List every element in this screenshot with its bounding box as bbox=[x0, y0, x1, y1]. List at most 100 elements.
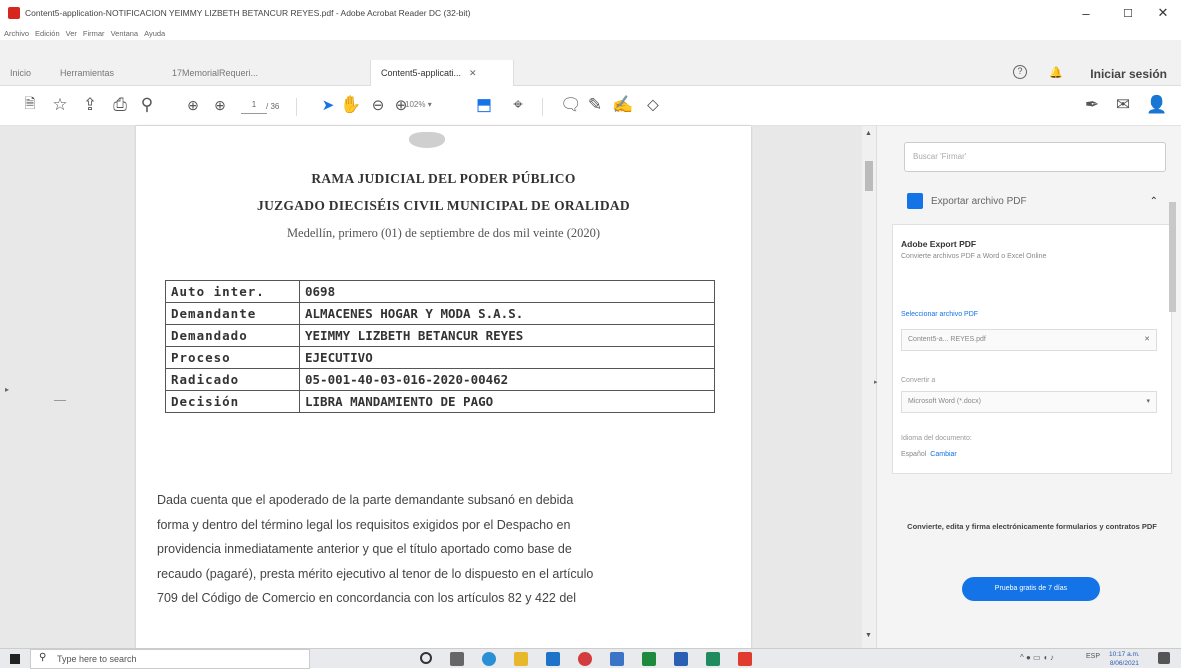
language-row: Español Cambiar bbox=[901, 451, 957, 458]
search-icon: ⚲ bbox=[39, 652, 47, 663]
title-bar: Content5-application-NOTIFICACION YEIMMY… bbox=[0, 0, 1181, 26]
table-value: 05-001-40-03-016-2020-00462 bbox=[299, 368, 715, 391]
paragraph-line: 709 del Código de Comercio en concordanc… bbox=[157, 591, 577, 605]
select-file-link[interactable]: Seleccionar archivo PDF bbox=[901, 311, 978, 318]
file-explorer-icon[interactable] bbox=[514, 652, 528, 666]
login-button[interactable]: Iniciar sesión bbox=[1090, 67, 1167, 81]
paragraph-line: recaudo (pagaré), presta mérito ejecutiv… bbox=[157, 566, 594, 581]
upload-icon[interactable]: ⇪ bbox=[80, 94, 100, 116]
email-icon[interactable]: ✉ bbox=[1113, 94, 1133, 116]
zoom-value: 102% bbox=[405, 100, 426, 109]
edge-icon[interactable] bbox=[482, 652, 496, 666]
fill-sign-icon[interactable]: ⬦ bbox=[643, 94, 663, 116]
close-tab-icon[interactable]: ✕ bbox=[469, 68, 477, 79]
tab-memorial[interactable]: 17MemorialRequeri... bbox=[162, 60, 294, 86]
app-icon[interactable] bbox=[610, 652, 624, 666]
panel-scroll-thumb[interactable] bbox=[1169, 202, 1176, 312]
tab-content5[interactable]: Content5-applicati... ✕ bbox=[370, 60, 514, 86]
app-icon[interactable] bbox=[706, 652, 720, 666]
panel-scrollbar[interactable] bbox=[1166, 186, 1178, 496]
export-pdf-card: Adobe Export PDF Convierte archivos PDF … bbox=[892, 224, 1172, 474]
help-icon[interactable]: ? bbox=[1013, 65, 1027, 79]
tab-label: Content5-applicati... bbox=[381, 68, 462, 78]
page-number-input[interactable]: 1 bbox=[241, 100, 267, 114]
table-key: Demandado bbox=[165, 324, 300, 347]
taskbar-search-input[interactable]: ⚲ Type here to search bbox=[30, 649, 310, 669]
browser-icon[interactable] bbox=[578, 652, 592, 666]
table-key: Proceso bbox=[165, 346, 300, 369]
notifications-icon[interactable] bbox=[1158, 652, 1170, 664]
tab-herramientas[interactable]: Herramientas bbox=[50, 60, 150, 86]
card-title: Adobe Export PDF bbox=[901, 239, 977, 249]
comment-icon[interactable]: 🗨 bbox=[560, 94, 582, 116]
select-cursor-icon[interactable]: ➤ bbox=[318, 94, 338, 116]
print-icon[interactable]: ⎙ bbox=[110, 94, 130, 116]
menu-firmar[interactable]: Firmar bbox=[83, 29, 105, 38]
convert-label: Convertir a bbox=[901, 377, 936, 384]
next-page-icon[interactable]: ⊕ bbox=[210, 94, 230, 116]
share-user-icon[interactable]: 👤 bbox=[1146, 94, 1167, 116]
minimize-button[interactable]: – bbox=[1063, 0, 1109, 26]
separator bbox=[542, 98, 543, 116]
windows-start-icon[interactable] bbox=[10, 654, 20, 664]
window-title: Content5-application-NOTIFICACION YEIMMY… bbox=[25, 8, 471, 18]
word-icon[interactable] bbox=[674, 652, 688, 666]
body-paragraph: Dada cuenta que el apoderado de la parte… bbox=[157, 488, 727, 611]
remove-file-icon[interactable]: ✕ bbox=[1144, 335, 1150, 343]
highlight-pen-icon[interactable]: ✎ bbox=[585, 94, 605, 116]
menu-ayuda[interactable]: Ayuda bbox=[144, 29, 165, 38]
system-clock[interactable]: 10:17 a.m. 8/06/2021 bbox=[1109, 650, 1140, 668]
task-view-icon[interactable] bbox=[450, 652, 464, 666]
selected-file-field[interactable]: Content5-a... REYES.pdf ✕ bbox=[901, 329, 1157, 351]
document-scrollbar[interactable]: ▲ ▼ bbox=[862, 126, 876, 648]
search-tools-input[interactable]: Buscar 'Firmar' bbox=[904, 142, 1166, 172]
clock-date: 8/06/2021 bbox=[1109, 660, 1139, 667]
tab-bar: Inicio Herramientas 17MemorialRequeri...… bbox=[0, 40, 1181, 86]
table-row: Demandante ALMACENES HOGAR Y MODA S.A.S. bbox=[165, 302, 715, 325]
prev-page-icon[interactable]: ⊕ bbox=[183, 94, 203, 116]
menu-edicion[interactable]: Edición bbox=[35, 29, 60, 38]
system-tray-icons[interactable]: ^ ● ▭ ◖ ♪ bbox=[1020, 653, 1054, 662]
case-info-table: Auto inter. 0698 Demandante ALMACENES HOGA… bbox=[165, 280, 715, 413]
chevron-up-icon[interactable]: ⌃ bbox=[1150, 196, 1158, 207]
language-indicator[interactable]: ESP bbox=[1086, 653, 1100, 660]
fit-page-icon[interactable]: ⬒ bbox=[474, 94, 494, 116]
menu-ventana[interactable]: Ventana bbox=[111, 29, 139, 38]
tab-inicio[interactable]: Inicio bbox=[0, 60, 50, 86]
acrobat-taskbar-icon[interactable] bbox=[738, 652, 752, 666]
cortana-icon[interactable] bbox=[420, 652, 432, 664]
free-trial-button[interactable]: Prueba gratis de 7 días bbox=[962, 577, 1100, 601]
menu-archivo[interactable]: Archivo bbox=[4, 29, 29, 38]
tab-label: Inicio bbox=[10, 68, 32, 78]
bookmark-star-icon[interactable]: ☆ bbox=[50, 94, 70, 116]
collapse-panel-icon[interactable]: ▸ bbox=[874, 378, 878, 386]
table-key: Demandante bbox=[165, 302, 300, 325]
excel-icon[interactable] bbox=[642, 652, 656, 666]
change-language-link[interactable]: Cambiar bbox=[930, 451, 956, 458]
create-pdf-icon[interactable]: 🗎 bbox=[20, 94, 40, 116]
store-icon[interactable] bbox=[546, 652, 560, 666]
zoom-select[interactable]: 102% ▾ bbox=[405, 100, 432, 109]
menu-bar: Archivo Edición Ver Firmar Ventana Ayuda bbox=[0, 26, 1181, 40]
signature-icon[interactable]: ✒ bbox=[1082, 94, 1102, 116]
hand-tool-icon[interactable]: ✋ bbox=[340, 94, 361, 116]
comment-tools-icon[interactable]: ⌖ bbox=[508, 94, 528, 116]
scroll-down-icon[interactable]: ▼ bbox=[865, 632, 872, 639]
card-description: Convierte archivos PDF a Word o Excel On… bbox=[901, 253, 1047, 260]
search-icon[interactable]: ⚲ bbox=[137, 94, 157, 116]
language-value: Español bbox=[901, 451, 927, 458]
menu-ver[interactable]: Ver bbox=[66, 29, 77, 38]
export-pdf-header[interactable]: Exportar archivo PDF ⌃ bbox=[904, 186, 1166, 216]
expand-left-pane-icon[interactable]: ▸ bbox=[5, 385, 9, 394]
scroll-thumb[interactable] bbox=[865, 161, 873, 191]
close-button[interactable]: ✕ bbox=[1140, 0, 1181, 26]
zoom-out-icon[interactable]: ⊖ bbox=[368, 94, 388, 116]
convert-format-select[interactable]: Microsoft Word (*.docx) ▾ bbox=[901, 391, 1157, 413]
scroll-up-icon[interactable]: ▲ bbox=[865, 130, 872, 137]
clock-time: 10:17 a.m. bbox=[1109, 651, 1140, 658]
table-row: Demandado YEIMMY LIZBETH BETANCUR REYES bbox=[165, 324, 715, 347]
sign-icon[interactable]: ✍ bbox=[612, 94, 633, 116]
promo-text: Convierte, edita y firma electrónicament… bbox=[907, 522, 1157, 531]
notification-icon[interactable]: 🔔 bbox=[1049, 66, 1063, 79]
table-value: 0698 bbox=[299, 280, 715, 303]
